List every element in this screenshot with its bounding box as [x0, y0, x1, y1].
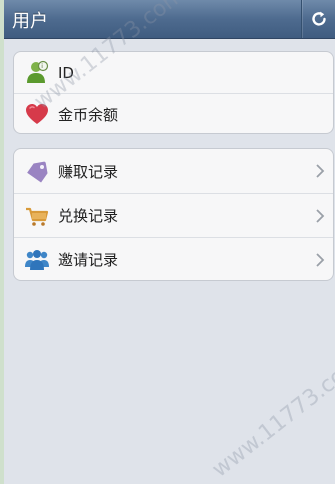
profile-card: i ID 金币余额: [13, 51, 334, 134]
cart-icon: [24, 203, 50, 229]
refresh-icon: [312, 11, 326, 26]
earn-records-label: 赚取记录: [58, 162, 119, 181]
invite-records-label: 邀请记录: [58, 251, 119, 269]
nav-divider: [301, 0, 302, 38]
page-title: 用户: [12, 11, 48, 32]
watermark-bottom: www.11773.com: [207, 350, 335, 483]
redeem-records-row[interactable]: 兑换记录: [14, 193, 333, 237]
profile-row-coins[interactable]: 金币余额: [14, 93, 333, 133]
records-card: 赚取记录 兑换记录 邀请记录: [13, 148, 334, 281]
tag-icon: [24, 158, 50, 184]
profile-id-label: ID: [58, 63, 74, 82]
heart-icon: [24, 101, 50, 127]
coin-balance-label: 金币余额: [58, 105, 119, 124]
chevron-right-icon: [316, 253, 325, 267]
chevron-right-icon: [316, 164, 325, 178]
redeem-records-label: 兑换记录: [58, 207, 119, 225]
refresh-button[interactable]: [303, 0, 335, 38]
profile-row-id[interactable]: i ID: [14, 52, 333, 93]
invite-records-row[interactable]: 邀请记录: [14, 237, 333, 280]
earn-records-row[interactable]: 赚取记录: [14, 149, 333, 193]
user-icon: i: [24, 59, 50, 85]
nav-bar: 用户: [4, 0, 335, 39]
people-icon: [24, 247, 50, 273]
left-edge-strip: [0, 0, 4, 484]
chevron-right-icon: [316, 209, 325, 223]
